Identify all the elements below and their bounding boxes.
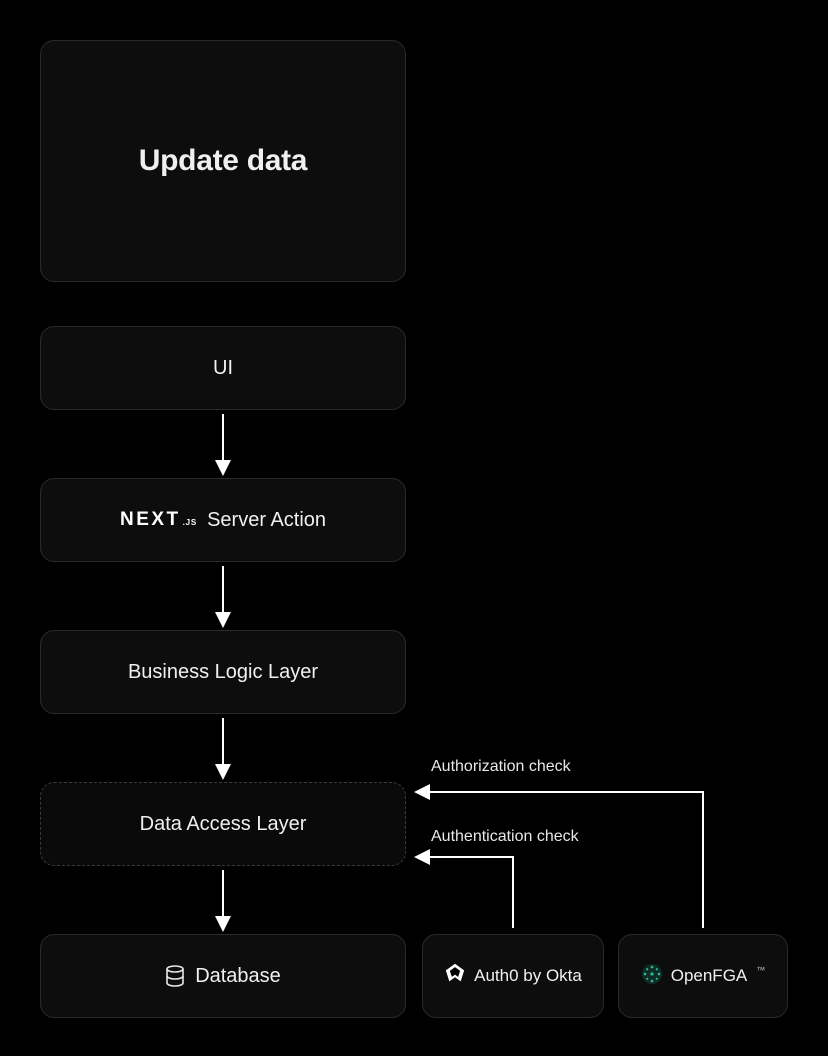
nextjs-logo-main: NEXT (120, 509, 181, 531)
node-business-logic-label: Business Logic Layer (128, 661, 318, 684)
auth0-icon (444, 963, 466, 990)
node-database-label: Database (195, 965, 281, 988)
node-server-action-label: Server Action (207, 509, 326, 532)
nextjs-logo: NEXT.JS (120, 509, 197, 531)
node-server-action: NEXT.JS Server Action (40, 478, 406, 562)
title-text: Update data (139, 144, 307, 178)
node-data-access: Data Access Layer (40, 782, 406, 866)
openfga-tm: ™ (756, 965, 765, 975)
openfga-icon (641, 963, 663, 990)
node-business-logic: Business Logic Layer (40, 630, 406, 714)
title-card: Update data (40, 40, 406, 282)
node-database: Database (40, 934, 406, 1018)
node-ui-label: UI (213, 357, 233, 380)
node-auth0: Auth0 by Okta (422, 934, 604, 1018)
node-auth0-label: Auth0 by Okta (474, 966, 582, 986)
node-data-access-label: Data Access Layer (140, 813, 307, 836)
annotation-authentication: Authentication check (431, 828, 579, 846)
node-openfga: OpenFGA ™ (618, 934, 788, 1018)
annotation-authorization: Authorization check (431, 758, 571, 776)
node-openfga-label: OpenFGA (671, 966, 748, 986)
nextjs-logo-sub: .JS (183, 518, 197, 527)
database-icon (165, 965, 185, 992)
node-ui: UI (40, 326, 406, 410)
